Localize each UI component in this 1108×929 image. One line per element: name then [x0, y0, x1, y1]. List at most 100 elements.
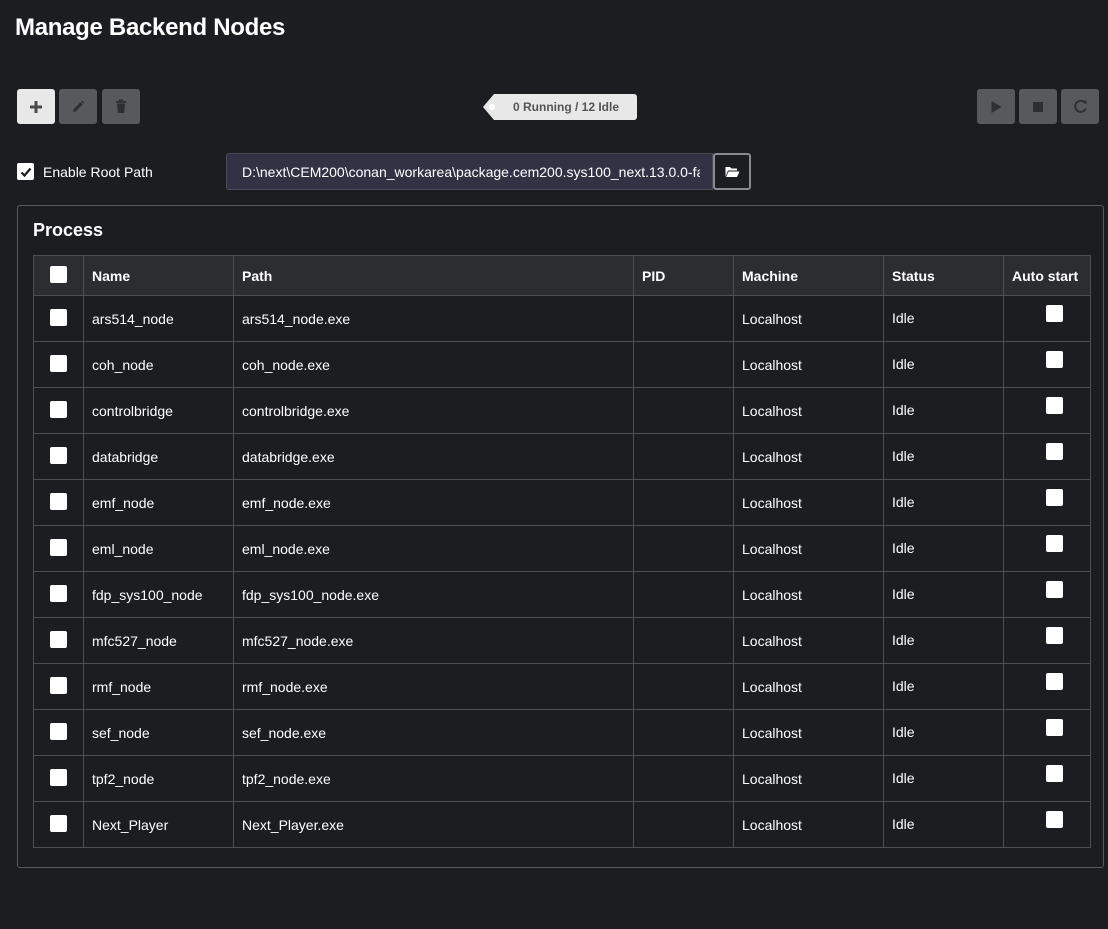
status-text: Idle	[892, 309, 915, 326]
row-select-checkbox[interactable]	[50, 355, 67, 372]
row-select-checkbox[interactable]	[50, 447, 67, 464]
cell-path: eml_node.exe	[233, 525, 634, 572]
row-select-cell	[33, 755, 84, 802]
row-select-checkbox[interactable]	[50, 631, 67, 648]
auto-start-checkbox[interactable]	[1046, 627, 1063, 644]
table-header-row: Name Path PID Machine Status Auto start	[33, 255, 1091, 296]
add-node-button[interactable]	[17, 89, 55, 124]
play-icon	[991, 100, 1002, 113]
table-row[interactable]: controlbridge controlbridge.exe Localhost I…	[33, 387, 1091, 434]
row-select-checkbox[interactable]	[50, 401, 67, 418]
auto-start-checkbox[interactable]	[1046, 811, 1063, 828]
start-button[interactable]	[977, 89, 1015, 124]
cell-machine: Localhost	[733, 801, 884, 848]
cell-pid	[633, 525, 734, 572]
process-table: Name Path PID Machine Status Auto start …	[33, 255, 1091, 848]
auto-start-checkbox[interactable]	[1046, 305, 1063, 322]
cell-machine: Localhost	[733, 755, 884, 802]
stop-button[interactable]	[1019, 89, 1057, 124]
table-row[interactable]: databridge databridge.exe Localhost Idle	[33, 433, 1091, 480]
select-all-checkbox[interactable]	[50, 266, 67, 283]
delete-node-button[interactable]	[102, 89, 140, 124]
table-row[interactable]: emf_node emf_node.exe Localhost Idle	[33, 479, 1091, 526]
row-select-checkbox[interactable]	[50, 677, 67, 694]
cell-name: sef_node	[83, 709, 234, 756]
trash-icon	[116, 99, 126, 113]
cell-status: Idle	[883, 617, 1004, 664]
cell-path: fdp_sys100_node.exe	[233, 571, 634, 618]
table-row[interactable]: tpf2_node tpf2_node.exe Localhost Idle	[33, 755, 1091, 802]
checkmark-icon	[20, 167, 31, 177]
cell-name: ars514_node	[83, 295, 234, 342]
cell-pid	[633, 801, 734, 848]
row-select-cell	[33, 387, 84, 434]
manage-backend-nodes-page: Manage Backend Nodes 0 Running / 12 Idle	[0, 0, 1108, 929]
cell-status: Idle	[883, 479, 1004, 526]
table-row[interactable]: ars514_node ars514_node.exe Localhost Idle	[33, 295, 1091, 342]
cell-auto-start	[1003, 617, 1091, 664]
status-text: Idle	[892, 677, 915, 694]
row-select-cell	[33, 617, 84, 664]
auto-start-checkbox[interactable]	[1046, 489, 1063, 506]
auto-start-checkbox[interactable]	[1046, 719, 1063, 736]
row-select-cell	[33, 571, 84, 618]
pencil-icon	[73, 100, 85, 112]
cell-machine: Localhost	[733, 295, 884, 342]
column-header-status[interactable]: Status	[883, 255, 1004, 296]
table-row[interactable]: sef_node sef_node.exe Localhost Idle	[33, 709, 1091, 756]
refresh-icon	[1073, 99, 1087, 113]
row-select-checkbox[interactable]	[50, 815, 67, 832]
root-path-input[interactable]	[226, 153, 713, 190]
auto-start-checkbox[interactable]	[1046, 765, 1063, 782]
column-header-machine[interactable]: Machine	[733, 255, 884, 296]
row-select-cell	[33, 663, 84, 710]
cell-status: Idle	[883, 525, 1004, 572]
table-row[interactable]: eml_node eml_node.exe Localhost Idle	[33, 525, 1091, 572]
cell-auto-start	[1003, 663, 1091, 710]
cell-status: Idle	[883, 341, 1004, 388]
row-select-cell	[33, 801, 84, 848]
table-row[interactable]: mfc527_node mfc527_node.exe Localhost Idle	[33, 617, 1091, 664]
column-header-pid[interactable]: PID	[633, 255, 734, 296]
table-row[interactable]: rmf_node rmf_node.exe Localhost Idle	[33, 663, 1091, 710]
table-row[interactable]: coh_node coh_node.exe Localhost Idle	[33, 341, 1091, 388]
cell-name: controlbridge	[83, 387, 234, 434]
row-select-checkbox[interactable]	[50, 769, 67, 786]
auto-start-checkbox[interactable]	[1046, 351, 1063, 368]
auto-start-checkbox[interactable]	[1046, 443, 1063, 460]
cell-path: controlbridge.exe	[233, 387, 634, 434]
restart-button[interactable]	[1061, 89, 1099, 124]
row-select-checkbox[interactable]	[50, 723, 67, 740]
enable-root-path-checkbox[interactable]	[17, 163, 34, 180]
row-select-checkbox[interactable]	[50, 493, 67, 510]
row-select-cell	[33, 433, 84, 480]
browse-folder-button[interactable]	[713, 153, 751, 190]
column-header-name[interactable]: Name	[83, 255, 234, 296]
status-text: Idle	[892, 723, 915, 740]
auto-start-checkbox[interactable]	[1046, 397, 1063, 414]
status-text: Idle	[892, 769, 915, 786]
table-row[interactable]: Next_Player Next_Player.exe Localhost Idle	[33, 801, 1091, 848]
row-select-checkbox[interactable]	[50, 585, 67, 602]
edit-node-button[interactable]	[59, 89, 97, 124]
auto-start-checkbox[interactable]	[1046, 535, 1063, 552]
row-select-checkbox[interactable]	[50, 309, 67, 326]
row-select-checkbox[interactable]	[50, 539, 67, 556]
row-select-cell	[33, 525, 84, 572]
table-row[interactable]: fdp_sys100_node fdp_sys100_node.exe Localh…	[33, 571, 1091, 618]
cell-auto-start	[1003, 387, 1091, 434]
column-header-path[interactable]: Path	[233, 255, 634, 296]
run-status-indicator: 0 Running / 12 Idle	[483, 94, 638, 120]
column-header-auto-start[interactable]: Auto start	[1003, 255, 1091, 296]
cell-pid	[633, 479, 734, 526]
status-text: Idle	[892, 631, 915, 648]
status-text: Idle	[892, 585, 915, 602]
cell-machine: Localhost	[733, 709, 884, 756]
auto-start-checkbox[interactable]	[1046, 581, 1063, 598]
auto-start-checkbox[interactable]	[1046, 673, 1063, 690]
cell-pid	[633, 571, 734, 618]
cell-path: databridge.exe	[233, 433, 634, 480]
cell-name: tpf2_node	[83, 755, 234, 802]
status-text: Idle	[892, 815, 915, 832]
process-panel: Process Name Path PID Machine Status Aut…	[17, 205, 1104, 868]
